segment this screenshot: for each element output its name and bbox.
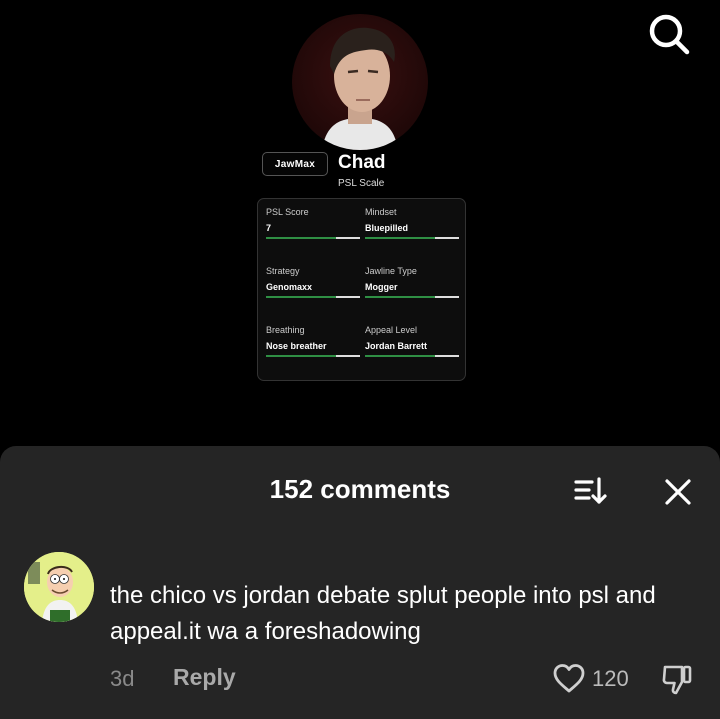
dislike-button[interactable]	[660, 662, 694, 696]
stat-label: Jawline Type	[365, 266, 417, 276]
stat-appeal-level: Appeal Level Jordan Barrett	[365, 325, 459, 357]
heart-icon	[553, 664, 585, 693]
stat-value: Genomaxx	[266, 282, 313, 292]
profile-name: Chad	[338, 152, 386, 173]
profile-subtitle: PSL Scale	[338, 178, 385, 189]
like-count: 120	[592, 666, 629, 691]
stat-label: Mindset	[365, 207, 397, 217]
close-button[interactable]	[662, 476, 694, 508]
stat-bar	[365, 296, 459, 298]
stat-strategy: Strategy Genomaxx	[266, 266, 360, 298]
thumbs-down-icon	[662, 665, 692, 695]
comment-text: the chico vs jordan debate splut people …	[110, 582, 656, 645]
stat-jawline-type: Jawline Type Mogger	[365, 266, 459, 298]
comments-sheet: 152 comments the chico vs jordan debate …	[0, 446, 720, 719]
search-icon	[649, 14, 690, 55]
stat-label: Breathing	[266, 325, 305, 335]
stat-bar	[266, 355, 360, 357]
stat-psl-score: PSL Score 7	[266, 207, 360, 239]
reply-button[interactable]: Reply	[173, 664, 236, 691]
commenter-avatar[interactable]	[24, 552, 94, 622]
close-icon	[665, 479, 691, 505]
stat-value: Bluepilled	[365, 223, 409, 233]
stat-mindset: Mindset Bluepilled	[365, 207, 459, 239]
stat-value: 7	[266, 223, 272, 233]
brand-tag: JawMax	[262, 152, 328, 176]
stat-bar	[365, 355, 459, 357]
stat-label: Appeal Level	[365, 325, 418, 335]
stat-value: Nose breather	[266, 341, 327, 351]
stat-bar	[266, 296, 360, 298]
stat-value: Mogger	[365, 282, 398, 292]
stat-value: Jordan Barrett	[365, 341, 428, 351]
comments-count-title: 152 comments	[269, 474, 451, 504]
profile-avatar	[292, 14, 428, 150]
sort-icon	[574, 477, 607, 504]
video-area[interactable]: JawMax Chad PSL Scale PSL Score 7 Mindse…	[0, 0, 720, 450]
stats-card: PSL Score 7 Mindset Bluepilled Strategy …	[257, 198, 466, 381]
sort-button[interactable]	[574, 476, 608, 506]
search-button[interactable]	[646, 12, 692, 58]
comment-timestamp: 3d	[110, 666, 135, 691]
stat-label: Strategy	[266, 266, 300, 276]
stat-bar	[365, 237, 459, 239]
stat-breathing: Breathing Nose breather	[266, 325, 360, 357]
like-button[interactable]	[552, 662, 586, 696]
stat-bar	[266, 237, 360, 239]
stat-label: PSL Score	[266, 207, 309, 217]
